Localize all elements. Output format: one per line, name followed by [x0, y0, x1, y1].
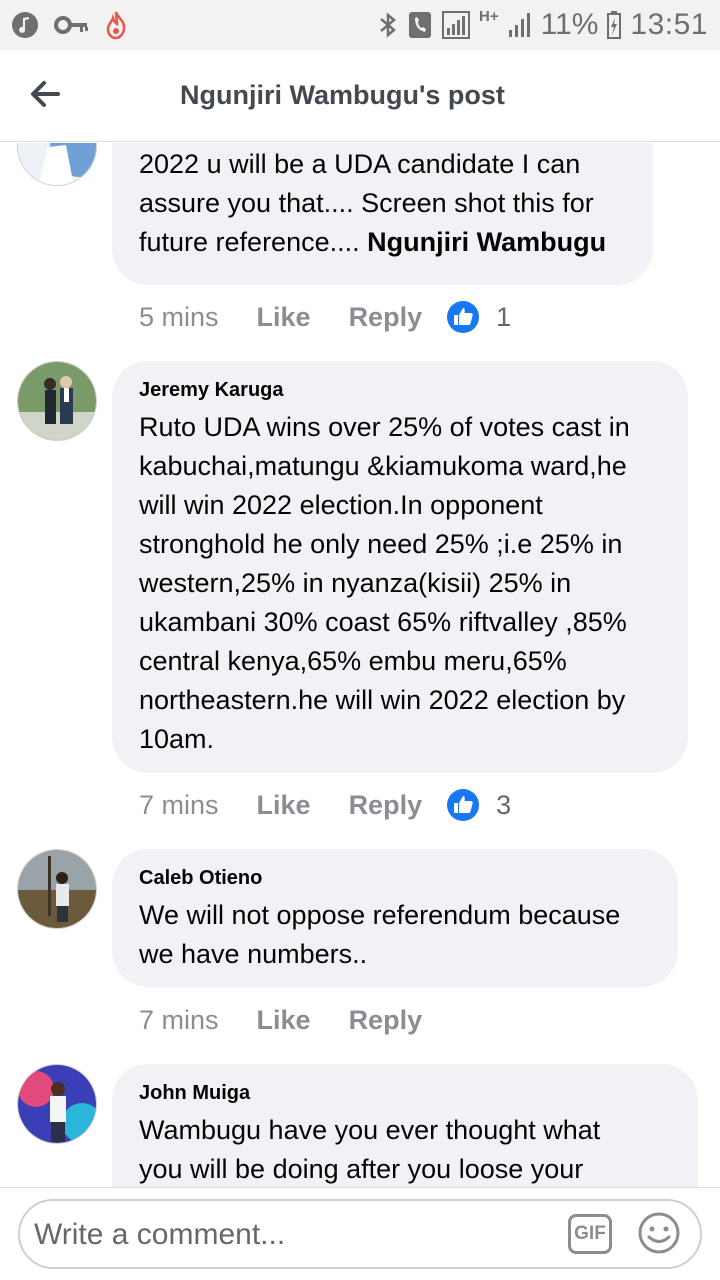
- comment-list[interactable]: 2022 u will be a UDA candidate I can ass…: [0, 143, 720, 1187]
- reply-button[interactable]: Reply: [349, 790, 423, 821]
- avatar[interactable]: [17, 361, 97, 441]
- comment-author[interactable]: Jeremy Karuga: [139, 377, 662, 403]
- avatar[interactable]: [17, 849, 97, 929]
- system-icons: H+ 11% 13:51: [377, 6, 708, 44]
- comment-text: 2022 u will be a UDA candidate I can ass…: [139, 149, 607, 257]
- comment-bubble[interactable]: 2022 u will be a UDA candidate I can ass…: [112, 143, 653, 285]
- comment-author[interactable]: John Muiga: [139, 1080, 672, 1106]
- battery-charging-icon: [607, 11, 622, 39]
- key-icon: [54, 16, 88, 34]
- gif-button[interactable]: GIF: [568, 1214, 612, 1254]
- avatar[interactable]: [17, 1064, 97, 1144]
- comment-actions: 7 mins Like Reply: [139, 1000, 422, 1040]
- comment-time: 7 mins: [139, 789, 219, 820]
- reaction-summary[interactable]: 3: [446, 788, 511, 822]
- comment-actions: 5 mins Like Reply 1: [139, 297, 511, 337]
- comment-actions: 7 mins Like Reply 3: [139, 785, 511, 825]
- clock: 13:51: [630, 8, 708, 41]
- comment-input-placeholder: Write a comment...: [34, 1218, 286, 1251]
- page-title: Ngunjiri Wambugu's post: [180, 80, 505, 110]
- reaction-summary[interactable]: 1: [446, 300, 511, 334]
- flame-app-icon: [106, 11, 126, 40]
- profile-photo: [18, 1065, 96, 1143]
- comment-text: Wambugu have you ever thought what you w…: [139, 1115, 601, 1184]
- thumbs-up-icon: [447, 789, 480, 821]
- notification-icons: [10, 9, 128, 41]
- avatar[interactable]: [17, 143, 97, 186]
- comment-bubble[interactable]: John Muiga Wambugu have you ever thought…: [112, 1064, 698, 1187]
- thumbs-up-icon: [447, 301, 480, 333]
- comment-text: We will not oppose referendum because we…: [139, 900, 621, 969]
- signal-strength-icon: [442, 11, 470, 39]
- comment-bubble[interactable]: Caleb Otieno We will not oppose referend…: [112, 849, 678, 987]
- comment-author[interactable]: Caleb Otieno: [139, 865, 652, 891]
- comment-input[interactable]: Write a comment... GIF: [18, 1199, 702, 1269]
- reply-button[interactable]: Reply: [349, 302, 423, 333]
- network-type-label: H+: [479, 8, 499, 25]
- profile-photo: [18, 850, 96, 928]
- reaction-count: 3: [496, 789, 512, 820]
- battery-percent: 11%: [540, 8, 599, 41]
- comment-time: 5 mins: [139, 301, 219, 332]
- reaction-count: 1: [496, 301, 512, 332]
- comment-text: Ruto UDA wins over 25% of votes cast in …: [139, 412, 630, 754]
- back-button[interactable]: [24, 74, 72, 114]
- comment-time: 7 mins: [139, 1004, 219, 1035]
- bluetooth-icon: [380, 12, 396, 38]
- post-header: Ngunjiri Wambugu's post: [0, 50, 720, 142]
- profile-photo: [18, 143, 96, 185]
- emoji-icon[interactable]: [637, 1211, 681, 1255]
- like-button[interactable]: Like: [257, 302, 311, 333]
- like-button[interactable]: Like: [257, 1005, 311, 1036]
- cell-signal-icon: [508, 13, 530, 37]
- phone-call-icon: [409, 12, 431, 38]
- reply-button[interactable]: Reply: [349, 1005, 423, 1036]
- mention-link[interactable]: Ngunjiri Wambugu: [367, 227, 606, 257]
- comment-composer: Write a comment... GIF: [0, 1187, 720, 1280]
- music-note-icon: [12, 12, 38, 38]
- status-bar: H+ 11% 13:51: [0, 0, 720, 50]
- like-button[interactable]: Like: [257, 790, 311, 821]
- comment-bubble[interactable]: Jeremy Karuga Ruto UDA wins over 25% of …: [112, 361, 688, 773]
- arrow-left-icon: [31, 81, 60, 107]
- profile-photo: [18, 362, 96, 440]
